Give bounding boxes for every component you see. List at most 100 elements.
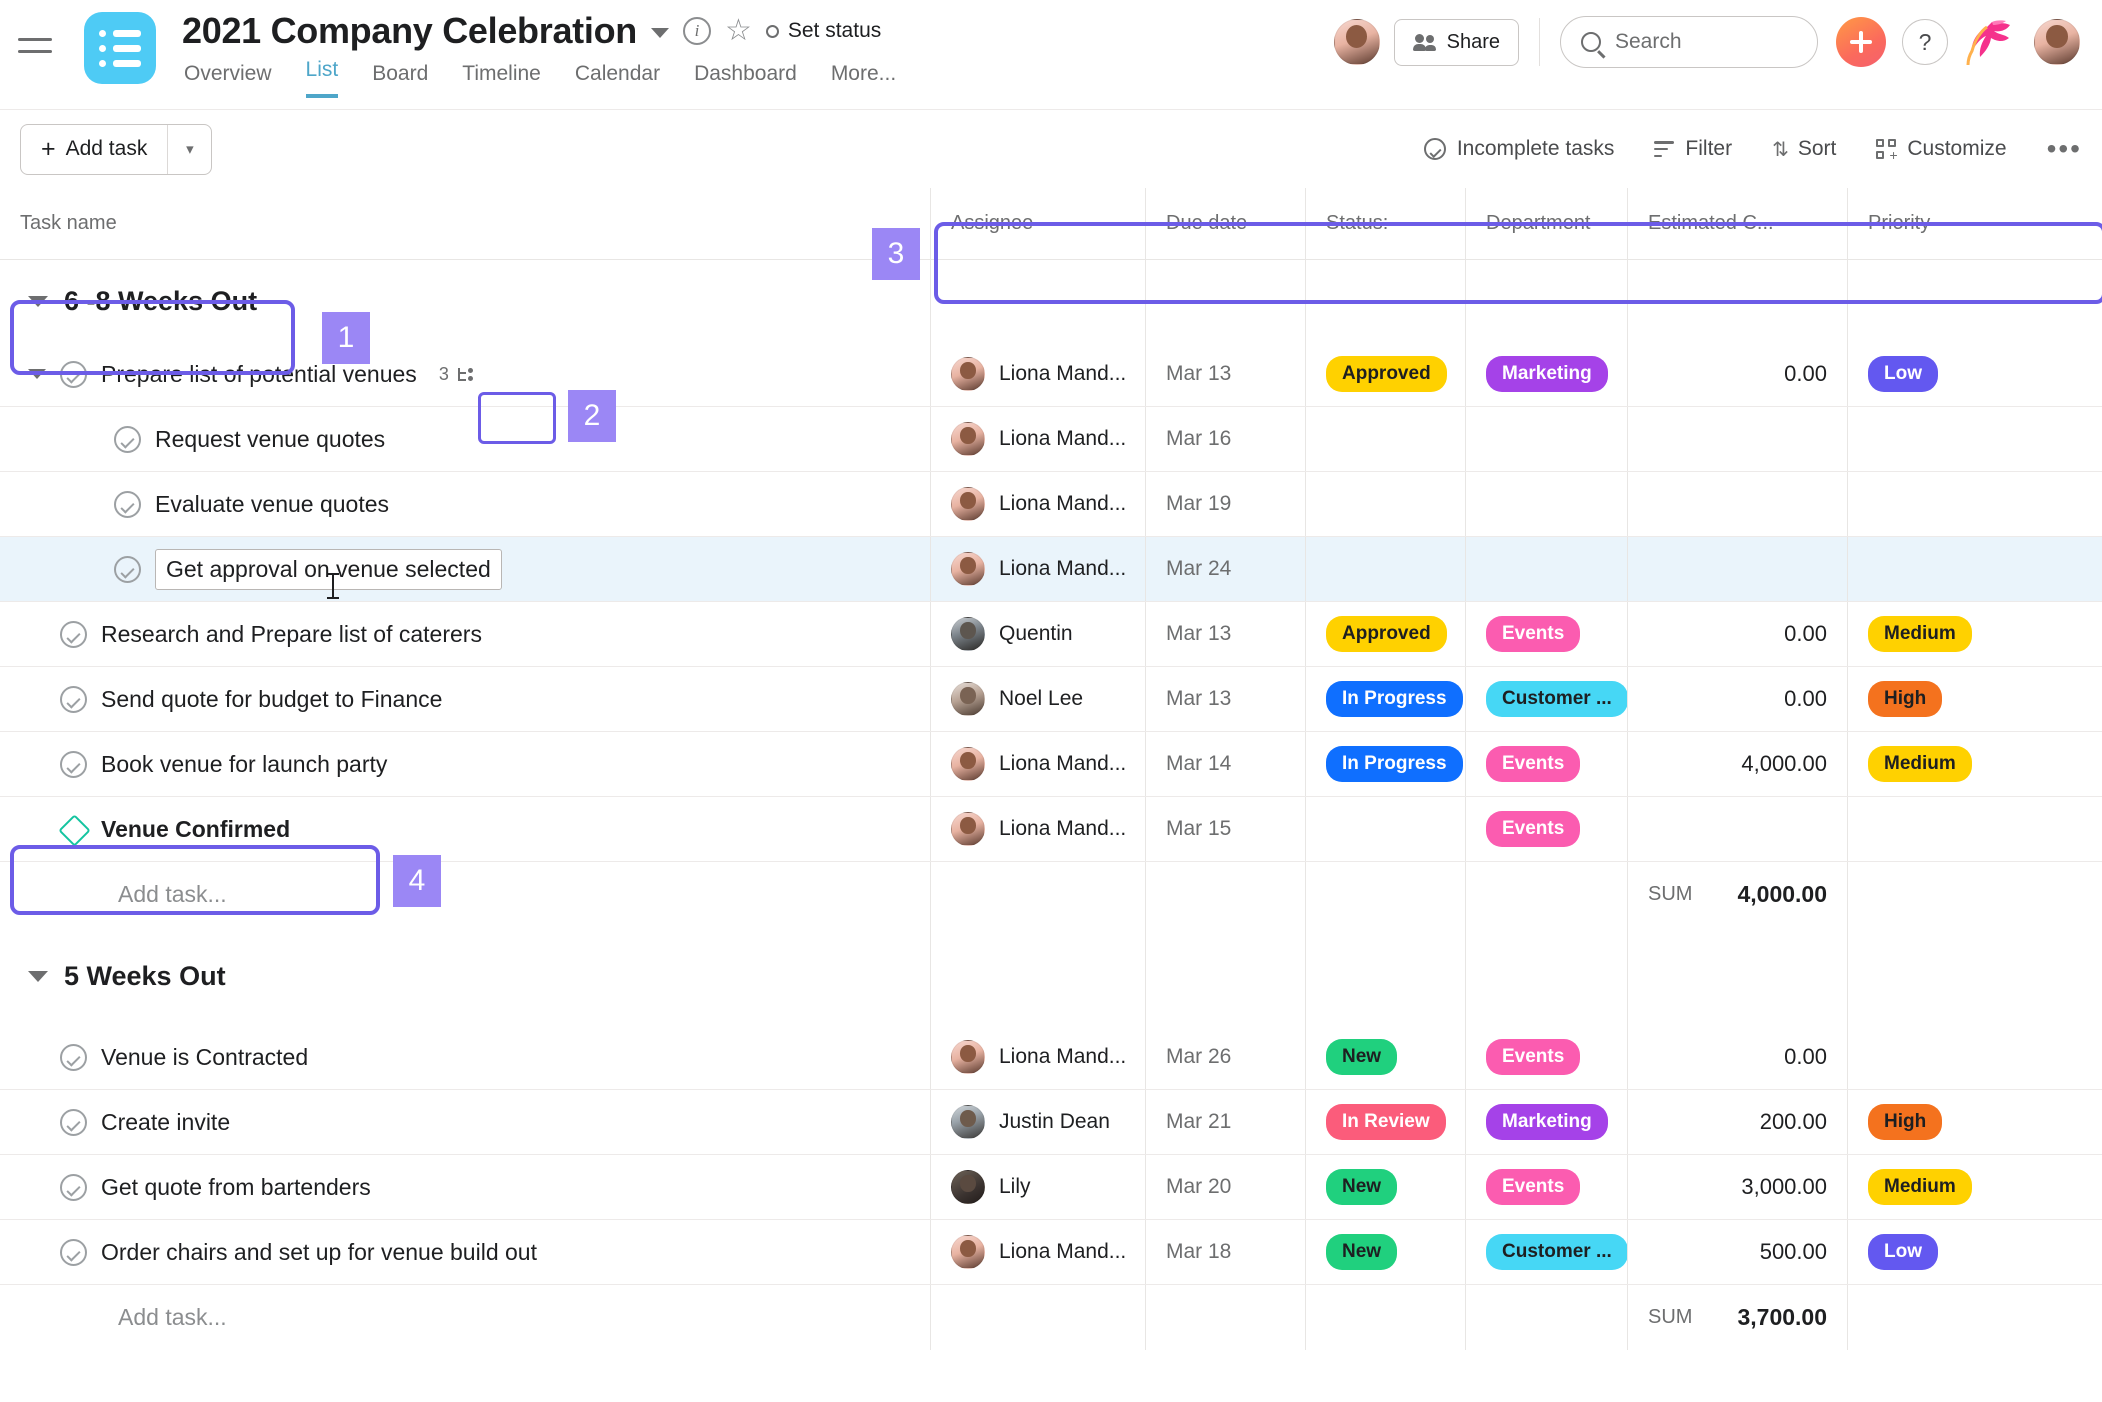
column-header-assignee[interactable]: Assignee <box>930 188 1145 259</box>
department-cell[interactable]: Customer ... <box>1465 667 1628 731</box>
department-cell[interactable]: Events <box>1465 1025 1627 1089</box>
task-name[interactable]: Send quote for budget to Finance <box>101 686 442 713</box>
department-cell[interactable]: Marketing <box>1465 342 1627 406</box>
department-cell[interactable] <box>1465 537 1627 601</box>
task-name[interactable]: Venue is Contracted <box>101 1044 308 1071</box>
due-date-cell[interactable]: Mar 15 <box>1145 797 1305 861</box>
priority-cell[interactable]: Low <box>1847 1220 2102 1284</box>
status-cell[interactable]: In Review <box>1305 1090 1465 1154</box>
table-row[interactable]: Create invite Justin Dean Mar 21 In Revi… <box>0 1090 2102 1155</box>
asana-mascot-icon[interactable] <box>1966 18 2016 66</box>
add-task-row[interactable]: Add task... SUM 4,000.00 <box>0 862 2102 927</box>
user-avatar[interactable] <box>2034 19 2080 65</box>
task-name[interactable]: Get quote from bartenders <box>101 1174 371 1201</box>
table-row[interactable]: Research and Prepare list of caterers Qu… <box>0 602 2102 667</box>
table-row-selected[interactable]: Get approval on venue selected Liona Man… <box>0 537 2102 602</box>
expand-caret-icon[interactable] <box>28 369 46 379</box>
priority-cell[interactable]: High <box>1847 1090 2102 1154</box>
priority-cell[interactable]: Low <box>1847 342 2102 406</box>
estimated-cost-cell[interactable]: 0.00 <box>1627 602 1847 666</box>
help-icon[interactable]: ? <box>1902 19 1948 65</box>
customize-button[interactable]: + Customize <box>1876 137 2007 162</box>
status-cell[interactable]: New <box>1305 1025 1465 1089</box>
tab-list[interactable]: List <box>305 58 339 98</box>
priority-cell[interactable] <box>1847 797 2102 861</box>
due-date-cell[interactable]: Mar 26 <box>1145 1025 1305 1089</box>
table-row[interactable]: Venue is Contracted Liona Mand... Mar 26… <box>0 1025 2102 1090</box>
department-cell[interactable] <box>1465 407 1627 471</box>
assignee-cell[interactable]: Liona Mand... <box>930 407 1145 471</box>
complete-task-icon[interactable] <box>60 1108 87 1136</box>
department-cell[interactable]: Events <box>1465 732 1627 796</box>
project-member-avatar[interactable] <box>1333 19 1380 65</box>
estimated-cost-cell[interactable]: 500.00 <box>1627 1220 1847 1284</box>
filter-button[interactable]: Filter <box>1654 137 1732 161</box>
star-icon[interactable]: ☆ <box>725 16 752 46</box>
department-cell[interactable] <box>1465 472 1627 536</box>
table-row[interactable]: Request venue quotes Liona Mand... Mar 1… <box>0 407 2102 472</box>
due-date-cell[interactable]: Mar 13 <box>1145 602 1305 666</box>
status-cell[interactable]: Approved <box>1305 602 1465 666</box>
column-header-task-name[interactable]: Task name <box>0 188 930 259</box>
priority-cell[interactable]: Medium <box>1847 1155 2102 1219</box>
assignee-cell[interactable]: Quentin <box>930 602 1145 666</box>
table-row[interactable]: Get quote from bartenders Lily Mar 20 Ne… <box>0 1155 2102 1220</box>
collapse-caret-icon[interactable] <box>28 295 48 307</box>
column-header-priority[interactable]: Priority <box>1847 188 2102 259</box>
milestone-diamond-icon[interactable] <box>60 816 87 843</box>
assignee-cell[interactable]: Liona Mand... <box>930 472 1145 536</box>
tab-more[interactable]: More... <box>831 62 896 98</box>
priority-cell[interactable] <box>1847 537 2102 601</box>
complete-task-icon[interactable] <box>60 1238 87 1266</box>
tab-timeline[interactable]: Timeline <box>462 62 541 98</box>
status-cell[interactable]: In Progress <box>1305 667 1465 731</box>
menu-icon[interactable] <box>18 32 52 58</box>
sort-button[interactable]: ⇅ Sort <box>1772 137 1836 162</box>
assignee-cell[interactable]: Liona Mand... <box>930 732 1145 796</box>
complete-task-icon[interactable] <box>114 490 141 518</box>
assignee-cell[interactable]: Justin Dean <box>930 1090 1145 1154</box>
status-cell[interactable]: New <box>1305 1220 1465 1284</box>
table-row[interactable]: Prepare list of potential venues 3 Liona… <box>0 342 2102 407</box>
estimated-cost-cell[interactable]: 3,000.00 <box>1627 1155 1847 1219</box>
due-date-cell[interactable]: Mar 13 <box>1145 342 1305 406</box>
tab-overview[interactable]: Overview <box>184 62 272 98</box>
task-name[interactable]: Book venue for launch party <box>101 751 387 778</box>
due-date-cell[interactable]: Mar 21 <box>1145 1090 1305 1154</box>
column-header-status[interactable]: Status: <box>1305 188 1465 259</box>
estimated-cost-cell[interactable] <box>1627 797 1847 861</box>
estimated-cost-cell[interactable]: 200.00 <box>1627 1090 1847 1154</box>
info-icon[interactable]: i <box>682 17 711 45</box>
complete-task-icon[interactable] <box>60 1173 87 1201</box>
complete-task-icon[interactable] <box>60 1043 87 1071</box>
column-header-department[interactable]: Department <box>1465 188 1627 259</box>
add-task-inline[interactable]: Add task... <box>0 881 227 908</box>
estimated-cost-cell[interactable]: 0.00 <box>1627 342 1847 406</box>
priority-cell[interactable] <box>1847 1025 2102 1089</box>
table-row[interactable]: Send quote for budget to Finance Noel Le… <box>0 667 2102 732</box>
complete-task-icon[interactable] <box>60 620 87 648</box>
task-name[interactable]: Prepare list of potential venues <box>101 361 417 388</box>
status-cell[interactable] <box>1305 407 1465 471</box>
priority-cell[interactable]: Medium <box>1847 602 2102 666</box>
priority-cell[interactable] <box>1847 407 2102 471</box>
tab-calendar[interactable]: Calendar <box>575 62 660 98</box>
table-row[interactable]: Evaluate venue quotes Liona Mand... Mar … <box>0 472 2102 537</box>
department-cell[interactable]: Events <box>1465 602 1627 666</box>
due-date-cell[interactable]: Mar 16 <box>1145 407 1305 471</box>
tab-dashboard[interactable]: Dashboard <box>694 62 797 98</box>
due-date-cell[interactable]: Mar 20 <box>1145 1155 1305 1219</box>
status-cell[interactable] <box>1305 537 1465 601</box>
department-cell[interactable]: Customer ... <box>1465 1220 1628 1284</box>
task-name[interactable]: Create invite <box>101 1109 230 1136</box>
estimated-cost-cell[interactable] <box>1627 537 1847 601</box>
assignee-cell[interactable]: Lily <box>930 1155 1145 1219</box>
estimated-cost-cell[interactable]: 0.00 <box>1627 667 1847 731</box>
section-header-6-8-weeks-out[interactable]: 6 -8 Weeks Out <box>0 286 257 317</box>
set-status-button[interactable]: Set status <box>765 19 881 43</box>
add-task-button[interactable]: + Add task ▾ <box>20 123 213 175</box>
department-cell[interactable]: Events <box>1465 1155 1627 1219</box>
priority-cell[interactable] <box>1847 472 2102 536</box>
estimated-cost-cell[interactable] <box>1627 407 1847 471</box>
estimated-cost-cell[interactable]: 0.00 <box>1627 1025 1847 1089</box>
